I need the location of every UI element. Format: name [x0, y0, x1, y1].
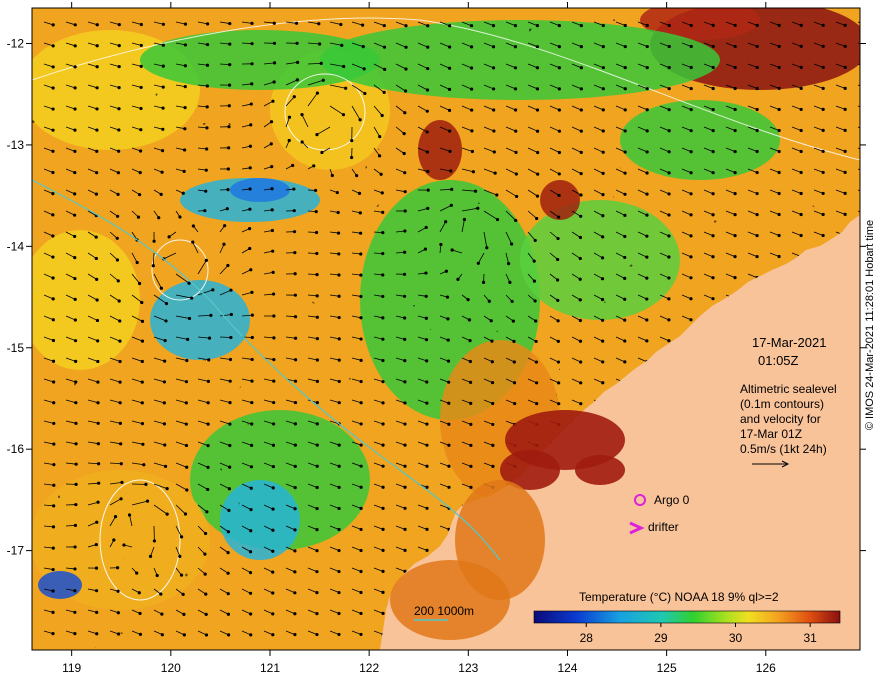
- lon-tick-label: 124: [557, 661, 577, 675]
- argo-label: Argo 0: [654, 493, 690, 507]
- time-label: 01:05Z: [758, 353, 799, 368]
- lon-tick-label: 120: [161, 661, 181, 675]
- credit-label: © IMOS 24-Mar-2021 11:28:01 Hobart time: [860, 0, 880, 650]
- lon-tick-label: 121: [260, 661, 280, 675]
- lat-tick-label: -13: [7, 138, 25, 152]
- lat-tick-label: -14: [7, 239, 25, 253]
- lat-tick-label: -12: [7, 36, 25, 50]
- lon-tick-label: 122: [359, 661, 379, 675]
- info-line-1: Altimetric sealevel: [740, 382, 837, 396]
- date-label: 17-Mar-2021: [752, 335, 827, 350]
- colorbar-tick-label: 30: [729, 631, 743, 645]
- info-line-3: and velocity for: [740, 412, 821, 426]
- colorbar: [533, 610, 841, 624]
- colorbar-tick-label: 29: [654, 631, 668, 645]
- velocity-scale-label: 0.5m/s (1kt 24h): [740, 442, 827, 456]
- drifter-label: drifter: [648, 520, 679, 534]
- depth-key-label: 200 1000m: [414, 604, 475, 618]
- lat-tick-label: -15: [7, 341, 25, 355]
- lon-tick-label: 126: [756, 661, 776, 675]
- colorbar-tick-label: 28: [580, 631, 594, 645]
- lat-tick-label: -17: [7, 544, 25, 558]
- sea-surface-temperature-map: 119 120 121 122 123 124 125 126 -12 -13 -14 -15 -16 -…: [7, 2, 866, 675]
- lon-tick-label: 119: [62, 661, 81, 675]
- credit-text: © IMOS 24-Mar-2021 11:28:01 Hobart time: [864, 219, 876, 431]
- colorbar-title: Temperature (°C) NOAA 18 9% ql>=2: [579, 590, 779, 604]
- lon-tick-label: 123: [458, 661, 478, 675]
- lon-tick-label: 125: [657, 661, 677, 675]
- colorbar-tick-label: 31: [803, 631, 817, 645]
- lat-tick-label: -16: [7, 442, 25, 456]
- info-line-2: (0.1m contours): [740, 397, 825, 411]
- info-line-4: 17-Mar 01Z: [740, 427, 803, 441]
